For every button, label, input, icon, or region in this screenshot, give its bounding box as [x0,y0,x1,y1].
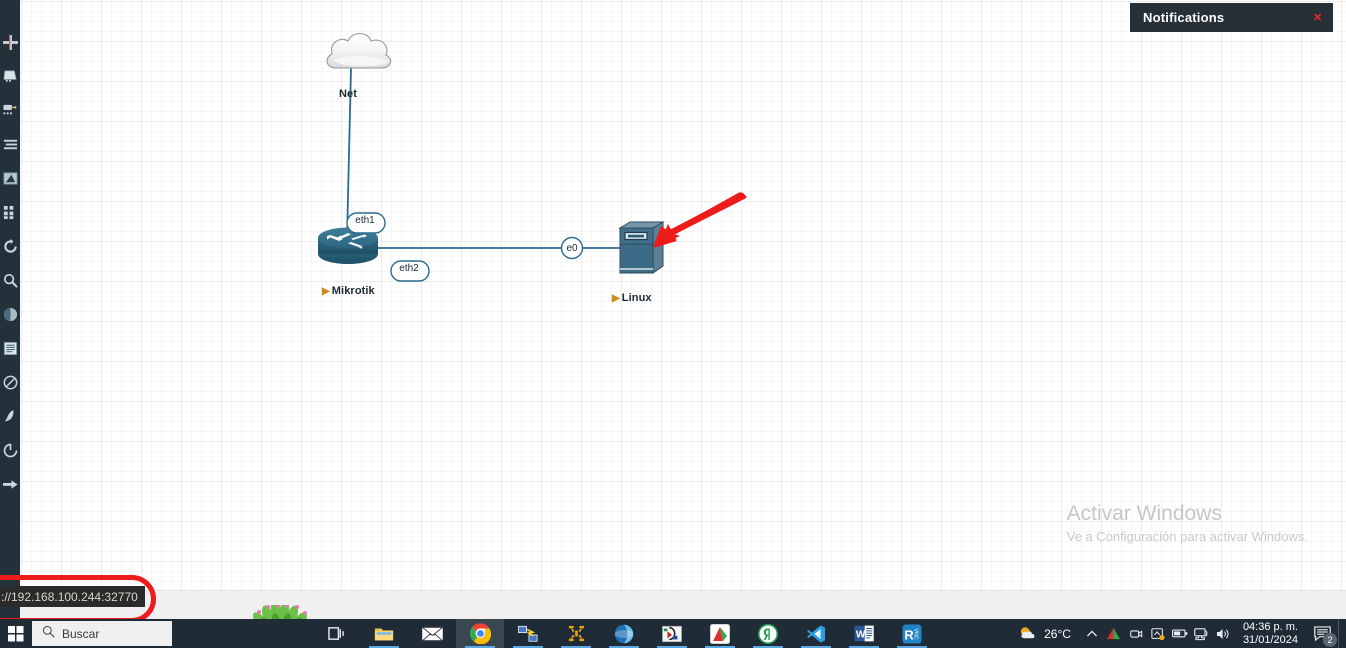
left-toolbar [0,0,20,619]
packet-tracer-icon[interactable] [696,619,744,648]
gns3-icon[interactable] [552,619,600,648]
mail-icon[interactable] [408,619,456,648]
action-center-button[interactable]: 2 [1306,619,1338,648]
chevron-up-icon[interactable] [1081,619,1103,648]
browse-all-devices-icon[interactable] [2,204,18,220]
realvnc-icon[interactable]: R VNC [888,619,936,648]
search-icon [42,625,55,643]
browse-end-devices-icon[interactable] [2,68,18,84]
watermark-subtitle: Ve a Configuración para activar Windows. [1066,529,1308,544]
status-url-tooltip: ://192.168.100.244:32770 [0,586,145,607]
weather-icon [1020,627,1035,639]
battery-icon[interactable] [1169,619,1191,648]
weather-temperature: 26°C [1044,626,1071,641]
clock-widget[interactable]: 04:36 p. m. 31/01/2024 [1235,621,1306,647]
dia-icon[interactable] [648,619,696,648]
node-label-net: Net [339,88,357,100]
clock-date: 31/01/2024 [1242,633,1298,646]
node-name-linux: Linux [621,292,652,304]
notes-icon[interactable] [2,340,18,356]
node-label-mikrotik: ▶ Mikrotik [322,285,375,297]
show-desktop-button[interactable] [1338,619,1344,648]
desktop-strip [0,603,1346,619]
status-triangle-icon: ▶ [322,286,330,297]
word-icon[interactable]: W [840,619,888,648]
volume-icon[interactable] [1213,619,1235,648]
weather-widget[interactable]: 26°C [1013,625,1081,642]
zoom-icon[interactable] [2,272,18,288]
notification-count-badge: 2 [1323,633,1337,647]
node-net [326,32,392,69]
vscode-icon[interactable] [792,619,840,648]
console-icon[interactable] [2,306,18,322]
taskbar-spacer [172,619,312,648]
mobaxterm-icon[interactable] [600,619,648,648]
port-label-eth2: eth2 [399,263,419,274]
node-name-mikrotik: Mikrotik [331,285,375,297]
browse-switches-icon[interactable] [2,136,18,152]
reload-icon[interactable] [2,238,18,254]
close-icon[interactable]: × [1313,10,1322,25]
node-label-linux: ▶ Linux [612,292,652,304]
browse-routers-icon[interactable] [2,102,18,118]
search-placeholder-text: Buscar [62,626,100,641]
watermark-title: Activar Windows [1066,502,1222,525]
windows-activation-watermark: Activar Windows Ve a Configuración para … [1067,501,1308,546]
search-input[interactable]: Buscar [32,621,172,646]
status-triangle-icon: ▶ [612,293,620,304]
stop-icon[interactable] [2,374,18,390]
network-icon[interactable] [1191,619,1213,648]
notifications-panel[interactable]: Notifications × [1130,3,1333,32]
browse-security-icon[interactable] [2,170,18,186]
node-name-net: Net [339,88,358,100]
svg-text:W: W [856,630,866,641]
onedrive-sync-icon[interactable] [1147,619,1169,648]
chrome-icon[interactable] [456,619,504,648]
topology-canvas[interactable]: eth1 eth2 e0 Net ▶ Mikrotik ▶ Linux Activa… [20,0,1346,590]
system-tray: 26°C 04:36 p. m. 31/01/2024 2 [1013,619,1346,648]
port-label-eth1: eth1 [355,215,375,226]
suspend-icon[interactable] [2,408,18,424]
clock-time: 04:36 p. m. [1242,620,1298,633]
add-link-icon[interactable] [2,34,18,50]
start-icon[interactable] [2,442,18,458]
port-label-e0: e0 [566,243,578,254]
camera-icon[interactable] [1125,619,1147,648]
link-status-icon[interactable] [2,476,18,492]
winbox-icon[interactable] [504,619,552,648]
notifications-title: Notifications [1143,10,1225,25]
horizontal-scrollbar[interactable] [20,590,1346,603]
red-arrow-annotation [653,192,747,248]
file-explorer-icon[interactable] [360,619,408,648]
windows-taskbar: Buscar W R VNC 26°C 04:36 p. m. 31/01/20… [0,619,1346,648]
afirma-icon[interactable] [1103,619,1125,648]
gns3-window: eth1 eth2 e0 Net ▶ Mikrotik ▶ Linux Activa… [0,0,1346,648]
node-linux [618,221,665,274]
yandex-icon[interactable] [744,619,792,648]
start-button[interactable] [0,619,32,648]
svg-text:VNC: VNC [913,628,919,639]
task-view-icon[interactable] [312,619,360,648]
